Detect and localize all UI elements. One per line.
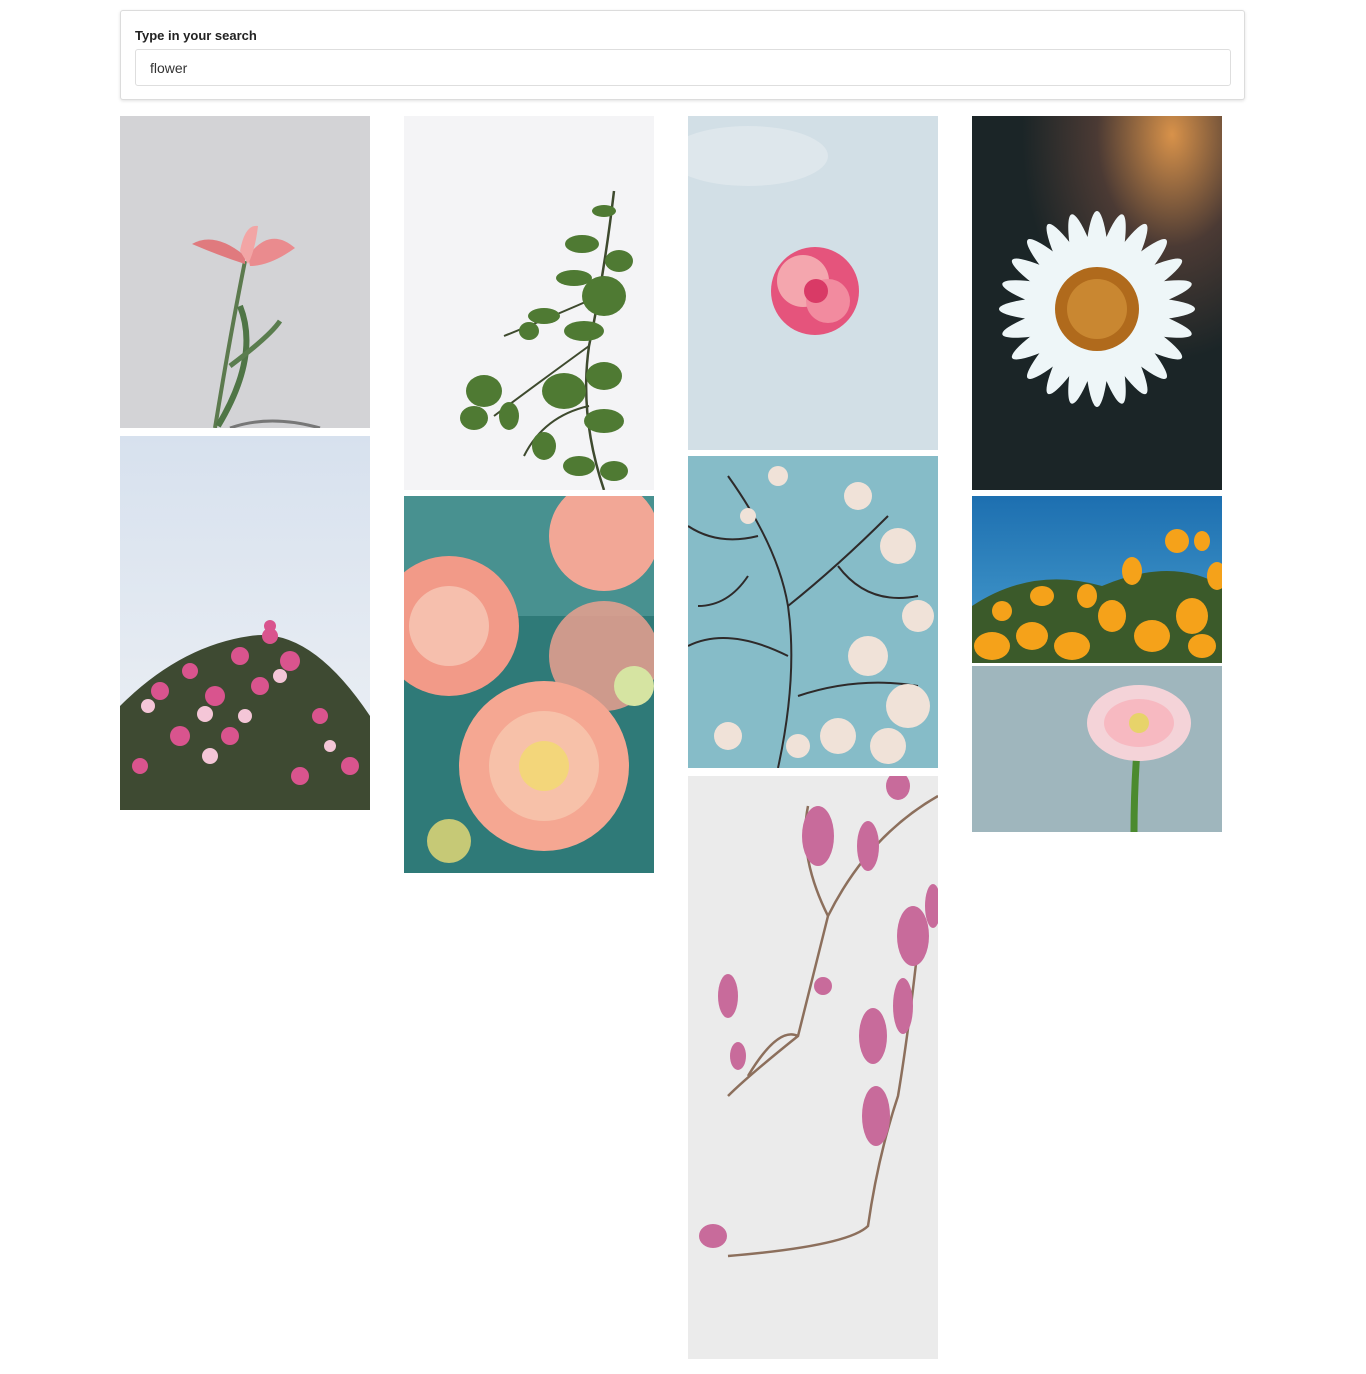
image-result-blossom-bush[interactable] bbox=[120, 436, 370, 810]
pink-rose-sky-photo bbox=[688, 116, 938, 450]
image-result-rose[interactable] bbox=[688, 116, 938, 450]
pink-gerbera-photo bbox=[972, 666, 1222, 832]
image-result-poppies[interactable] bbox=[972, 496, 1222, 663]
white-daisy-photo bbox=[972, 116, 1222, 490]
eucalyptus-branch-photo bbox=[404, 116, 654, 490]
image-result-magnolia-branch[interactable] bbox=[688, 776, 938, 1359]
pink-lily-stem-photo bbox=[120, 116, 370, 428]
search-card: Type in your search bbox=[120, 10, 1245, 100]
magnolia-tree-photo bbox=[688, 456, 938, 768]
search-label: Type in your search bbox=[135, 28, 257, 43]
image-result-eucalyptus[interactable] bbox=[404, 116, 654, 490]
image-result-gerbera[interactable] bbox=[972, 666, 1222, 832]
orange-poppies-photo bbox=[972, 496, 1222, 663]
pink-blossom-bush-photo bbox=[120, 436, 370, 810]
image-result-dahlias[interactable] bbox=[404, 496, 654, 873]
peach-dahlias-photo bbox=[404, 496, 654, 873]
magnolia-branch-photo bbox=[688, 776, 938, 1359]
image-result-daisy[interactable] bbox=[972, 116, 1222, 490]
image-result-lily[interactable] bbox=[120, 116, 370, 428]
image-result-magnolia-tree[interactable] bbox=[688, 456, 938, 768]
search-input[interactable] bbox=[135, 49, 1231, 86]
